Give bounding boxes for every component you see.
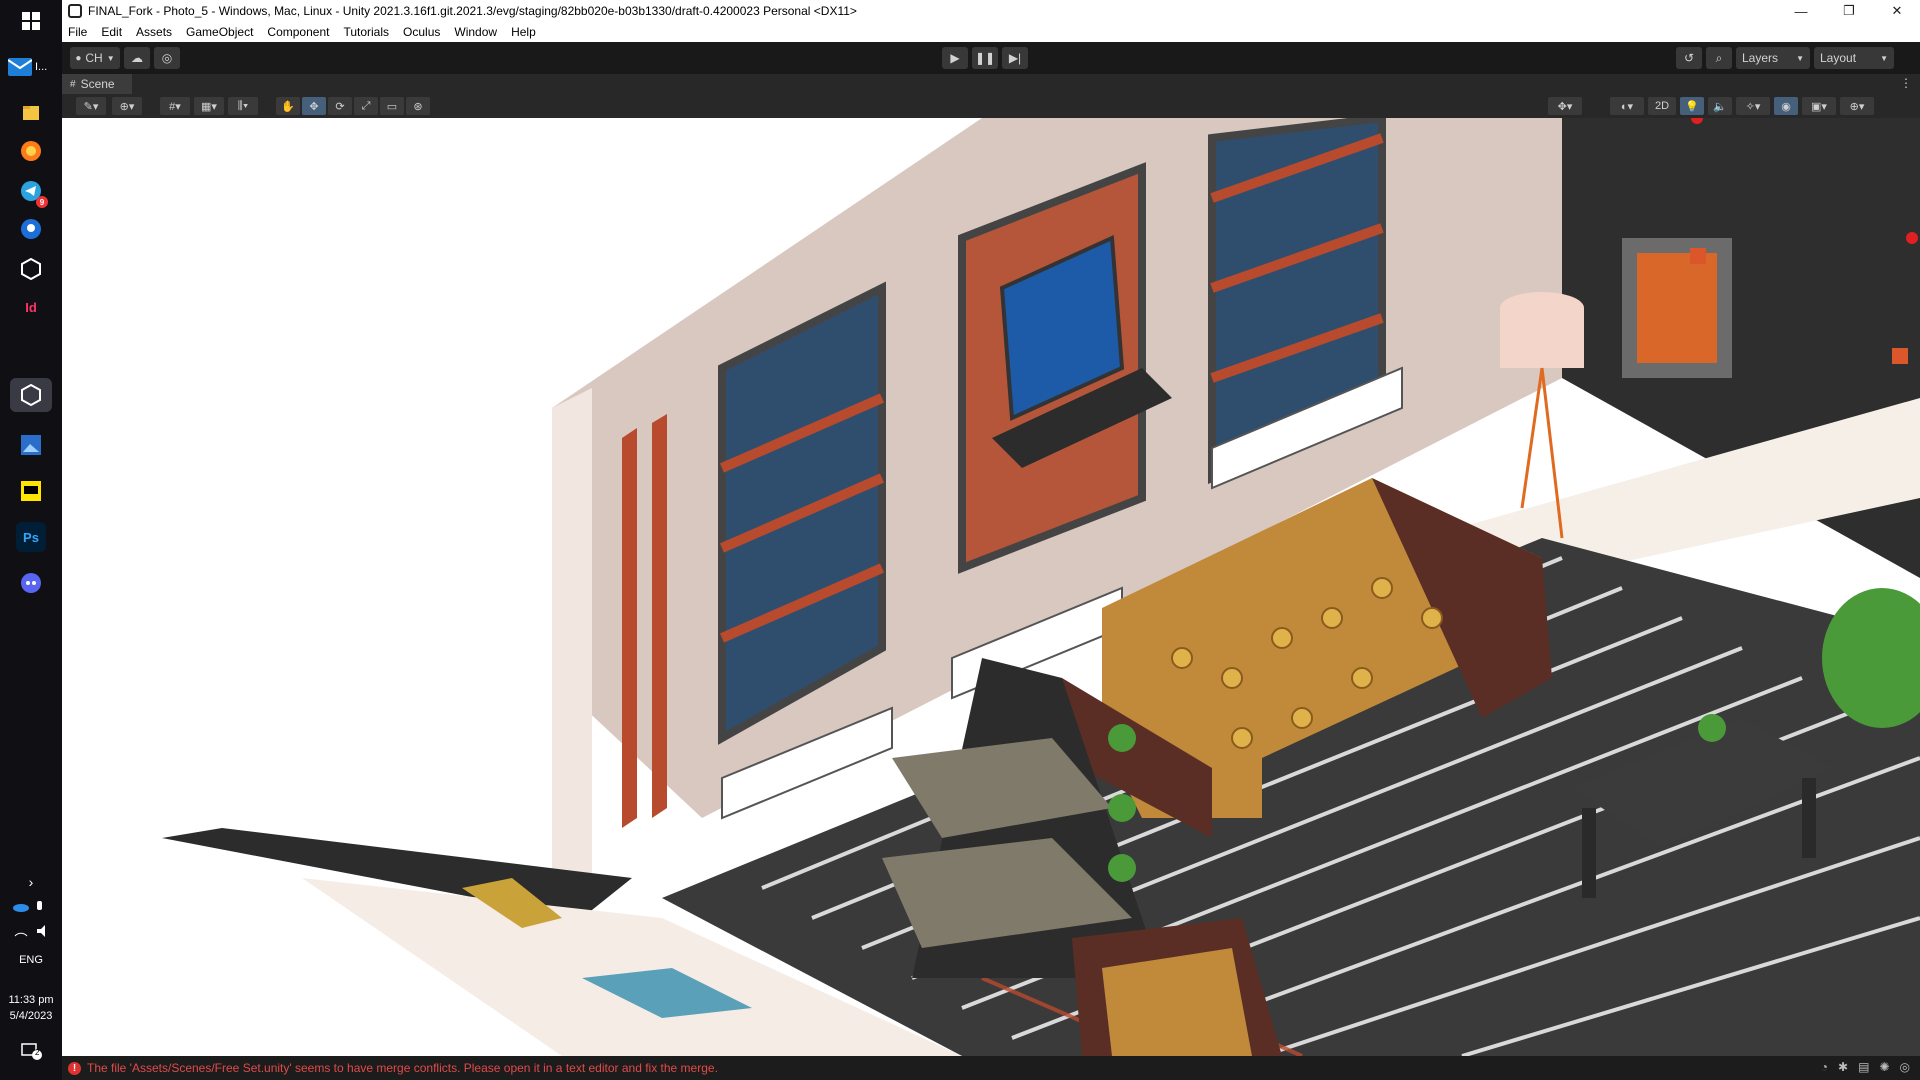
menu-help[interactable]: Help (511, 25, 536, 39)
layers-dropdown[interactable]: Layers ▼ (1736, 47, 1810, 69)
indesign-label: Id (25, 299, 37, 315)
bug-icon[interactable]: ✺ (1879, 1060, 1889, 1074)
mail-label: I... (35, 61, 48, 73)
account-icon: ● (75, 52, 82, 64)
gizmos-icon[interactable]: ⊕▾ (1840, 97, 1874, 115)
mail-app-icon[interactable]: I... (8, 52, 56, 82)
notification-center-icon[interactable]: 2 (0, 1042, 62, 1063)
notification-count-badge: 9 (36, 196, 48, 208)
notification-center-badge: 2 (35, 1048, 40, 1057)
layout-dropdown[interactable]: Layout ▼ (1814, 47, 1894, 69)
global-local-icon[interactable]: ⊕▾ (112, 97, 142, 115)
status-icons: ◔ ✱ ▤ ✺ ◎ (1821, 1060, 1910, 1074)
menu-edit[interactable]: Edit (101, 25, 122, 39)
search-icon[interactable]: ⌕ (1706, 47, 1732, 69)
scene-render (162, 118, 1920, 1056)
snap-increment-icon[interactable]: ▦▾ (194, 97, 224, 115)
restore-icon[interactable]: ❐ (1826, 0, 1872, 22)
chevron-down-icon: ▼ (1796, 53, 1804, 63)
auto-refresh-icon[interactable]: ▤ (1858, 1060, 1869, 1074)
chevron-down-icon: ▼ (106, 53, 115, 63)
pause-icon[interactable]: ❚❚ (972, 47, 998, 69)
grid-snap-icon[interactable]: #▾ (160, 97, 190, 115)
menu-tutorials[interactable]: Tutorials (343, 25, 389, 39)
more-options-icon[interactable]: ⋮ (1900, 76, 1912, 90)
progress-icon[interactable]: ◔ (1821, 1060, 1828, 1074)
unity-editor-icon[interactable] (10, 378, 52, 412)
shading-mode-icon[interactable]: ◐▾ (1610, 97, 1644, 115)
status-message[interactable]: The file 'Assets/Scenes/Free Set.unity' … (87, 1061, 718, 1075)
file-explorer-icon[interactable] (16, 98, 46, 128)
firefox-icon[interactable] (16, 136, 46, 166)
menu-gameobject[interactable]: GameObject (186, 25, 253, 39)
window-titlebar: FINAL_Fork - Photo_5 - Windows, Mac, Lin… (62, 0, 1920, 22)
unity-logo-icon (68, 4, 82, 18)
scene-toolbar: ✎▾ ⊕▾ #▾ ▦▾ ⫼▾ ✋ ✥ ⟳ ⤢ ▭ ⊛ ✥▾ ◐▾ 2D 💡 🔈 … (62, 94, 1920, 118)
language-indicator[interactable]: ENG (0, 954, 62, 966)
hand-tool-icon[interactable]: ✋ (276, 97, 300, 115)
step-icon[interactable]: ▶| (1002, 47, 1028, 69)
tab-scene[interactable]: # Scene (62, 74, 132, 94)
scene-viewport[interactable] (62, 118, 1920, 1056)
tab-scene-label: Scene (80, 77, 115, 91)
rider-icon[interactable] (16, 476, 46, 506)
draw-mode-icon[interactable]: ✎▾ (76, 97, 106, 115)
account-label: CH (85, 51, 103, 65)
photos-icon[interactable] (16, 430, 46, 460)
maps-pin-icon[interactable] (16, 214, 46, 244)
indesign-icon[interactable]: Id (16, 292, 46, 322)
menu-oculus[interactable]: Oculus (403, 25, 440, 39)
hidden-objects-icon[interactable]: ◉ (1774, 97, 1798, 115)
minimize-icon[interactable]: — (1778, 0, 1824, 22)
gizmo-move-icon[interactable]: ✥▾ (1548, 97, 1582, 115)
account-dropdown[interactable]: ● CH ▼ (70, 47, 120, 69)
discord-icon[interactable] (16, 568, 46, 598)
settings-icon[interactable]: ◎ (1900, 1060, 1910, 1074)
telegram-icon[interactable]: 9 (16, 176, 48, 208)
windows-start-icon[interactable] (16, 6, 46, 36)
clock-date[interactable]: 5/4/2023 (0, 1010, 62, 1022)
rect-tool-icon[interactable]: ▭ (380, 97, 404, 115)
window-title: FINAL_Fork - Photo_5 - Windows, Mac, Lin… (88, 4, 857, 18)
collab-icon[interactable]: ◎ (154, 47, 180, 69)
menu-bar: File Edit Assets GameObject Component Tu… (62, 22, 1920, 42)
photoshop-label: Ps (23, 529, 39, 545)
chevron-right-icon[interactable]: › (0, 874, 62, 890)
menu-file[interactable]: File (68, 25, 87, 39)
rotate-tool-icon[interactable]: ⟳ (328, 97, 352, 115)
wifi-volume-icons[interactable] (0, 924, 62, 941)
toggle-2d-button[interactable]: 2D (1648, 97, 1676, 115)
effects-icon[interactable]: ✧▾ (1736, 97, 1770, 115)
onedrive-microphone-icons[interactable] (0, 900, 62, 917)
history-icon[interactable]: ↺ (1676, 47, 1702, 69)
lighting-icon[interactable]: 💡 (1680, 97, 1704, 115)
layers-label: Layers (1742, 51, 1779, 65)
play-icon[interactable]: ▶ (942, 47, 968, 69)
status-bar: ! The file 'Assets/Scenes/Free Set.unity… (62, 1056, 1920, 1080)
grid-icon: # (70, 78, 76, 90)
layout-label: Layout (1820, 51, 1857, 65)
audio-icon[interactable]: 🔈 (1708, 97, 1732, 115)
scene-tab-bar: # Scene ⋮ (62, 74, 1920, 94)
debug-icon[interactable]: ✱ (1838, 1060, 1848, 1074)
chevron-down-icon: ▼ (1880, 53, 1888, 63)
camera-icon[interactable]: ▣▾ (1802, 97, 1836, 115)
close-icon[interactable]: ✕ (1874, 0, 1920, 22)
unity-hub-icon[interactable] (16, 254, 46, 284)
menu-component[interactable]: Component (267, 25, 329, 39)
scale-tool-icon[interactable]: ⤢ (354, 97, 378, 115)
transform-tool-icon[interactable]: ⊛ (406, 97, 430, 115)
windows-taskbar: I... 9 Id Ps › ENG 11:33 pm 5/4/2023 2 (0, 0, 62, 1080)
align-icon[interactable]: ⫼▾ (228, 97, 258, 115)
photoshop-icon[interactable]: Ps (16, 522, 46, 552)
error-icon: ! (68, 1061, 81, 1075)
menu-assets[interactable]: Assets (136, 25, 172, 39)
cloud-icon[interactable]: ☁ (124, 47, 150, 69)
clock-time[interactable]: 11:33 pm (0, 994, 62, 1006)
main-toolbar: ● CH ▼ ☁ ◎ ▶ ❚❚ ▶| ↺ ⌕ Layers ▼ Layout ▼ (62, 42, 1920, 74)
menu-window[interactable]: Window (454, 25, 497, 39)
move-tool-icon[interactable]: ✥ (302, 97, 326, 115)
